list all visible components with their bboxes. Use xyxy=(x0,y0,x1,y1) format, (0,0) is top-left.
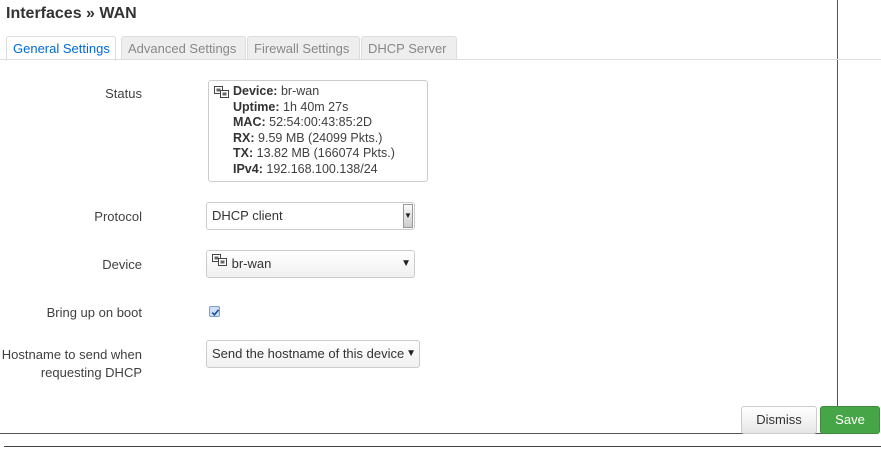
status-line-ipv4: IPv4: 192.168.100.138/24 xyxy=(233,161,378,176)
device-label: Device xyxy=(102,257,142,272)
boot-label: Bring up on boot xyxy=(46,305,142,320)
chevron-down-icon[interactable]: ▼ xyxy=(403,204,413,228)
status-label: Status xyxy=(105,86,142,101)
boot-checkbox[interactable] xyxy=(209,306,220,317)
protocol-label: Protocol xyxy=(94,209,142,224)
page-divider xyxy=(4,446,881,447)
ethernet-port-icon xyxy=(212,250,228,276)
chevron-down-icon[interactable]: ▼ xyxy=(406,341,416,367)
dialog-title: Interfaces » WAN xyxy=(6,5,137,22)
tab-general-settings[interactable]: General Settings xyxy=(6,36,116,61)
status-box: Device: br-wan Uptime: 1h 40m 27s MAC: 5… xyxy=(208,80,428,182)
status-details: Device: br-wan Uptime: 1h 40m 27s MAC: 5… xyxy=(233,84,395,178)
hostname-label: Hostname to send when requesting DHCP xyxy=(1,347,142,380)
status-line-uptime: Uptime: 1h 40m 27s xyxy=(233,99,349,114)
save-button[interactable]: Save xyxy=(820,406,880,434)
tab-divider xyxy=(0,59,881,60)
hostname-value: Send the hostname of this device xyxy=(212,346,405,361)
status-line-mac: MAC: 52:54:00:43:85:2D xyxy=(233,115,372,130)
protocol-select[interactable]: DHCP client ▼ xyxy=(206,202,415,230)
interface-dialog: Interfaces » WAN General Settings Advanc… xyxy=(0,0,881,434)
tab-dhcp-server[interactable]: DHCP Server xyxy=(361,36,457,60)
device-select[interactable]: br-wan ▼ xyxy=(206,250,415,278)
status-line-rx: RX: 9.59 MB (24099 Pkts.) xyxy=(233,130,383,145)
status-line-device: Device: br-wan xyxy=(233,84,320,98)
ethernet-port-icon xyxy=(214,85,230,99)
tab-advanced-settings[interactable]: Advanced Settings xyxy=(121,36,246,60)
dismiss-button[interactable]: Dismiss xyxy=(741,406,817,434)
hostname-select[interactable]: Send the hostname of this device ▼ xyxy=(206,340,420,368)
status-line-tx: TX: 13.82 MB (166074 Pkts.) xyxy=(233,146,395,161)
protocol-value: DHCP client xyxy=(212,208,283,223)
chevron-down-icon[interactable]: ▼ xyxy=(401,251,411,277)
tab-firewall-settings[interactable]: Firewall Settings xyxy=(247,36,360,60)
device-value: br-wan xyxy=(231,256,272,271)
